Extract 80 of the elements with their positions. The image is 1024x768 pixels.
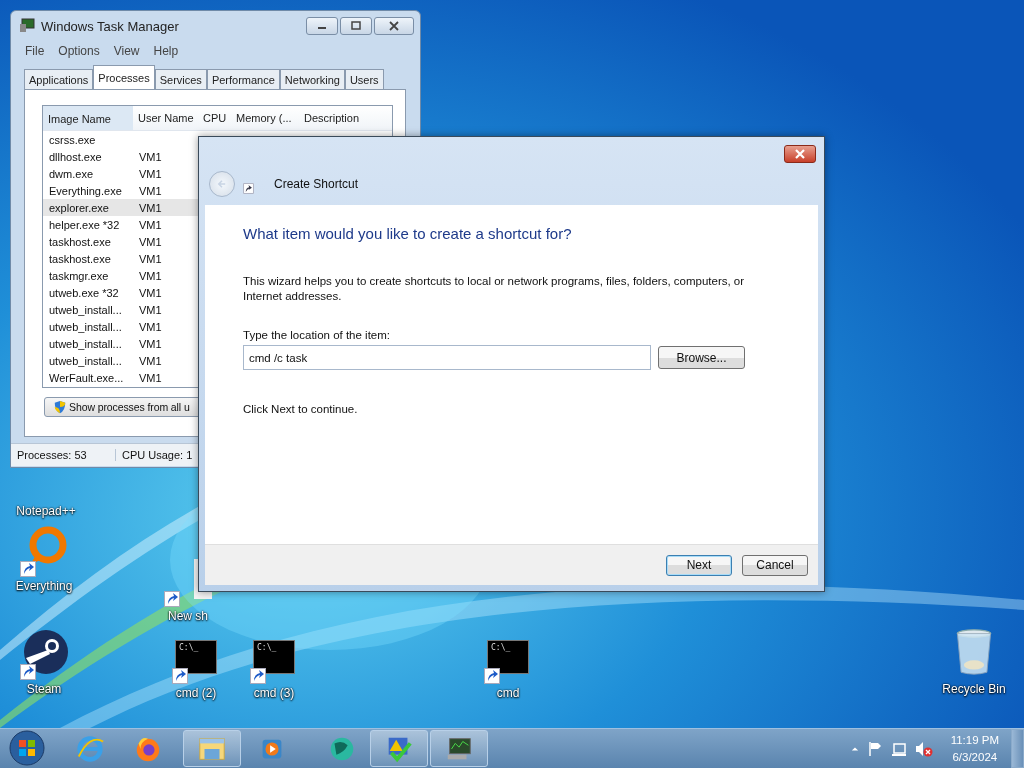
table-cell-text: VM1 [138,320,162,333]
table-cell-text: VM1 [138,201,162,214]
table-cell-text: helper.exe *32 [48,218,121,231]
close-icon [389,21,399,31]
table-cell-text: taskmgr.exe [48,269,110,282]
tab[interactable]: Networking [279,69,345,89]
table-cell-text: explorer.exe [48,201,110,214]
table-cell-text: VM1 [138,252,162,265]
tab[interactable]: Applications [24,69,94,89]
menu-item[interactable]: File [25,44,45,58]
tab[interactable]: Services [154,69,207,89]
taskbar-folder-button[interactable] [183,730,241,767]
console-icon[interactable]: C:\_ [487,640,529,674]
location-field[interactable]: cmd /c task [243,345,651,370]
table-cell-text: WerFault.exe... [48,371,125,384]
table-cell-text: utweb.exe *32 [48,286,120,299]
browse-button[interactable]: Browse... [658,346,745,369]
dialog-heading: What item would you like to create a shortcut for? [243,225,573,242]
table-cell-text: VM1 [138,235,162,248]
table-cell-text: utweb_install... [48,303,123,316]
table-cell-text: Everything.exe [48,184,123,197]
table-cell-text: VM1 [138,303,162,316]
console-icon[interactable]: C:\_ [175,640,217,674]
status-text: CPU Usage: 1 [121,449,194,461]
table-cell-text: VM1 [138,150,162,163]
flag-icon[interactable] [866,740,883,757]
table-cell-text: VM1 [138,337,162,350]
close-button[interactable] [374,17,414,35]
start-button[interactable] [8,730,46,768]
console-icon[interactable]: C:\_ [253,640,295,674]
table-cell-text: VM1 [138,269,162,282]
taskbar-monitor-button[interactable] [430,730,488,767]
dialog-title: Create Shortcut [274,177,359,191]
hint-text: Click Next to continue. [243,403,359,415]
minimize-button[interactable] [306,17,338,35]
column-header[interactable]: Description [299,112,379,124]
table-cell-text: VM1 [138,354,162,367]
status-text: Processes: 53 [11,449,116,461]
table-cell-text: utweb_install... [48,354,123,367]
close-button[interactable] [784,145,816,163]
clock-date[interactable]: 6/3/2024 [952,748,998,766]
browser-e-icon [75,733,105,764]
tab[interactable]: Processes [93,65,155,89]
column-header[interactable]: Memory (... [231,112,299,124]
menu-item[interactable]: Options [58,44,100,58]
table-cell-text: utweb_install... [48,337,123,350]
menu-item[interactable]: View [113,44,140,58]
muted-speaker-icon[interactable] [914,740,933,757]
table-cell-text: VM1 [138,286,162,299]
menu-item[interactable]: Help [153,44,179,58]
maximize-icon [351,21,361,31]
intro-text: This wizard helps you to create shortcuts to local or network programs, files, folders, computers, or Internet addresses. [243,274,746,304]
column-header[interactable]: Image Name [43,106,133,130]
field-label: Type the location of the item: [243,329,392,341]
shortcut-arrow-icon [243,182,254,194]
network-icon[interactable] [890,740,907,757]
desktop-icon-label[interactable]: Recycle Bin [942,682,1006,696]
table-cell-text: VM1 [138,167,162,180]
table-cell-text: taskhost.exe [48,252,112,265]
monitor-icon [19,18,35,34]
table-cell-text: VM1 [138,371,162,384]
table-cell-text: utweb_install... [48,320,123,333]
window-title: Windows Task Manager [41,18,180,34]
windows-logo-icon [9,730,45,766]
table-cell-text: dwm.exe [48,167,95,180]
tab[interactable]: Users [344,69,384,89]
shield-icon [53,400,67,414]
table-cell-text: dllhost.exe [48,150,103,163]
column-header[interactable]: CPU [198,112,231,124]
table-cell-text: VM1 [138,218,162,231]
table-cell-text: VM1 [138,184,162,197]
cancel-button[interactable]: Cancel [742,554,808,576]
maximize-button[interactable] [340,17,372,35]
table-cell-text: csrss.exe [48,133,97,146]
next-button[interactable]: Next [666,554,732,576]
close-icon [795,149,805,159]
taskbar-check-button[interactable] [370,730,428,767]
table-cell-text: taskhost.exe [48,235,112,248]
column-header[interactable]: User Name [133,112,198,124]
tab[interactable]: Performance [206,69,280,89]
